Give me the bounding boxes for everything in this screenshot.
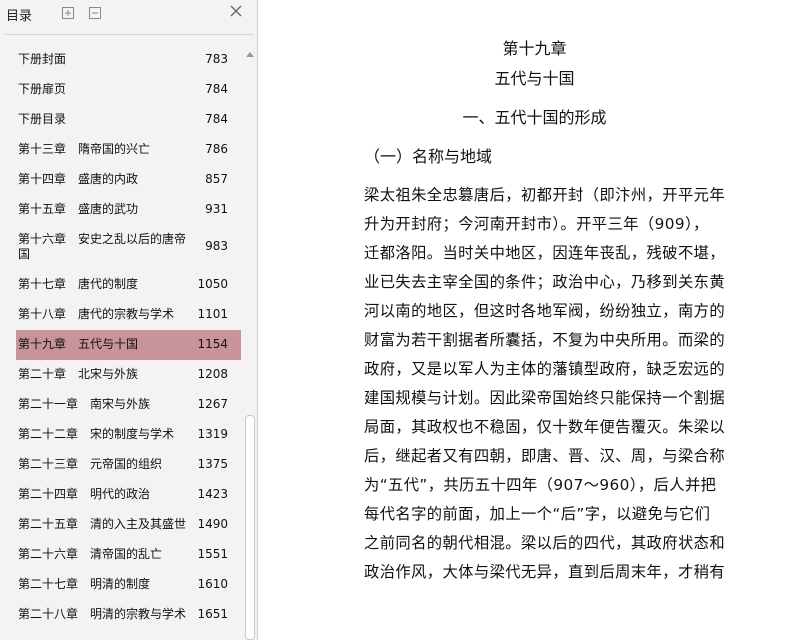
toc-item-page: 1610 — [197, 577, 228, 591]
toc-item-page: 783 — [205, 52, 228, 66]
toc-item[interactable]: 第十八章 唐代的宗教与学术 1101 — [16, 300, 241, 330]
toc-scrollbar[interactable] — [244, 45, 256, 640]
toc-item-label: 第十三章 隋帝国的兴亡 — [18, 142, 151, 156]
toc-item[interactable]: 第二十八章 明清的宗教与学术 1651 — [16, 600, 241, 630]
toc-item[interactable]: 下册扉页 784 — [16, 75, 241, 105]
toc-item[interactable]: 第二十二章 宋的制度与学术 1319 — [16, 420, 241, 450]
scroll-up-icon[interactable] — [245, 45, 255, 57]
toc-item-page: 1319 — [197, 427, 228, 441]
toc-item-label: 第十九章 五代与十国 — [18, 337, 139, 351]
toc-item[interactable]: 第二十四章 明代的政治 1423 — [16, 480, 241, 510]
toc-item-page: 1551 — [197, 547, 228, 561]
body-text-line: 每代名字的前面，加上一个“后”字，以避免与它们 — [364, 505, 711, 523]
toc-item[interactable]: 第十五章 盛唐的武功 931 — [16, 195, 241, 225]
expand-all-icon[interactable] — [61, 5, 75, 19]
chapter-title: 五代与十国 — [494, 69, 575, 88]
body-text-line: 为“五代”，共历五十四年（907～960），后人并把 — [364, 476, 717, 494]
body-text-line: 建国规模与计划。因此梁帝国始终只能保持一个割据 — [364, 389, 726, 407]
body-text-line: 局面，其政权也不稳固，仅十数年便告覆灭。朱梁以 — [364, 418, 726, 436]
toc-item-label: 下册目录 — [18, 112, 67, 126]
toc-item-page: 784 — [205, 112, 228, 126]
toc-item-label: 第二十七章 明清的制度 — [18, 577, 151, 591]
toc-item-label: 下册扉页 — [18, 82, 67, 96]
toc-item-label: 第二十八章 明清的宗教与学术 — [18, 607, 187, 621]
toc-item-page: 857 — [205, 172, 228, 186]
body-text-line: 财富为若干割据者所囊括，不复为中央所用。而梁的 — [364, 331, 726, 349]
chapter-number: 第十九章 — [502, 39, 567, 58]
body-text-line: 升为开封府；今河南开封市）。开平三年（909）， — [364, 215, 709, 233]
collapse-all-icon[interactable] — [88, 5, 102, 19]
toc-item-label: 第二十五章 清的入主及其盛世 — [18, 517, 187, 531]
toc-item-page: 1651 — [197, 607, 228, 621]
toc-item-page: 1154 — [197, 337, 228, 351]
toc-item-page: 983 — [205, 239, 228, 253]
toc-item-label: 下册封面 — [18, 52, 67, 66]
subsection-title: （一）名称与地域 — [364, 147, 493, 166]
toc-item-page: 1267 — [197, 397, 228, 411]
toc-item-label: 第二十二章 宋的制度与学术 — [18, 427, 175, 441]
body-text-line: 河以南的地区，但这时各地军阀，纷纷独立，南方的 — [364, 302, 726, 320]
toc-item-page: 931 — [205, 202, 228, 216]
toc-item-page: 1050 — [197, 277, 228, 291]
toc-item[interactable]: 第二十五章 清的入主及其盛世 1490 — [16, 510, 241, 540]
section-title: 一、五代十国的形成 — [462, 108, 607, 127]
document-page: 第十九章 五代与十国 一、五代十国的形成 （一）名称与地域 梁太祖朱全忠篡唐后，… — [259, 0, 810, 640]
toc-item[interactable]: 第二十七章 明清的制度 1610 — [16, 570, 241, 600]
scrollbar-thumb[interactable] — [245, 415, 255, 640]
sidebar-header: 目录 — [0, 0, 258, 30]
toc-item-label: 第十七章 唐代的制度 — [18, 277, 139, 291]
toc-item-label: 第二十一章 南宋与外族 — [18, 397, 151, 411]
toc-item-page: 1490 — [197, 517, 228, 531]
toc-item-page: 784 — [205, 82, 228, 96]
body-text-line: 后，继起者又有四朝，即唐、晋、汉、周，与梁合称 — [364, 447, 726, 465]
toc-item-page: 1423 — [197, 487, 228, 501]
body-text-line: 政府，又是以军人为主体的藩镇型政府，缺乏宏远的 — [364, 360, 726, 378]
toc-item-label: 第二十章 北宋与外族 — [18, 367, 139, 381]
toc-item-label: 第十六章 安史之乱以后的唐帝国 — [18, 232, 187, 261]
body-text-line: 之前同名的朝代相混。梁以后的四代，其政府状态和 — [364, 534, 726, 552]
toc-item[interactable]: 第十七章 唐代的制度 1050 — [16, 270, 241, 300]
toc-item-label: 第十四章 盛唐的内政 — [18, 172, 139, 186]
body-text-line: 业已失去主宰全国的条件；政治中心，乃移到关东黄 — [364, 273, 726, 291]
toc-item[interactable]: 第十三章 隋帝国的兴亡 786 — [16, 135, 241, 165]
close-icon[interactable] — [228, 3, 244, 19]
toc-item-label: 第十五章 盛唐的武功 — [18, 202, 139, 216]
toc-item[interactable]: 第二十三章 元帝国的组织 1375 — [16, 450, 241, 480]
toc-item[interactable]: 第十四章 盛唐的内政 857 — [16, 165, 241, 195]
toc-item[interactable]: 下册封面 783 — [16, 45, 241, 75]
toc-item[interactable]: 第二十六章 清帝国的乱亡 1551 — [16, 540, 241, 570]
toc-item-label: 第二十三章 元帝国的组织 — [18, 457, 163, 471]
toc-item-page: 786 — [205, 142, 228, 156]
toc-item-label: 第二十四章 明代的政治 — [18, 487, 151, 501]
body-text-line: 梁太祖朱全忠篡唐后，初都开封（即汴州，开平元年 — [364, 186, 726, 204]
toc-item-page: 1208 — [197, 367, 228, 381]
toc-item-page: 1101 — [197, 307, 228, 321]
body-text-line: 政治作风，大体与梁代无异，直到后周末年，才稍有 — [364, 563, 726, 581]
sidebar-divider — [4, 34, 254, 35]
toc-sidebar: 目录 下册封面 783 下册扉页 784 下册目录 784 第十三章 隋帝国的兴… — [0, 0, 258, 640]
toc-item-page: 1375 — [197, 457, 228, 471]
toc-item[interactable]: 下册目录 784 — [16, 105, 241, 135]
toc-item[interactable]: 第十六章 安史之乱以后的唐帝国 983 — [16, 225, 241, 270]
toc-item-label: 第二十六章 清帝国的乱亡 — [18, 547, 163, 561]
toc-item[interactable]: 第二十章 北宋与外族 1208 — [16, 360, 241, 390]
sidebar-title: 目录 — [6, 9, 33, 24]
toc-item-label: 第十八章 唐代的宗教与学术 — [18, 307, 175, 321]
toc-item-selected[interactable]: 第十九章 五代与十国 1154 — [16, 330, 241, 360]
body-text-line: 迁都洛阳。当时关中地区，因连年丧乱，残破不堪， — [364, 244, 726, 262]
toc-item[interactable]: 第二十一章 南宋与外族 1267 — [16, 390, 241, 420]
